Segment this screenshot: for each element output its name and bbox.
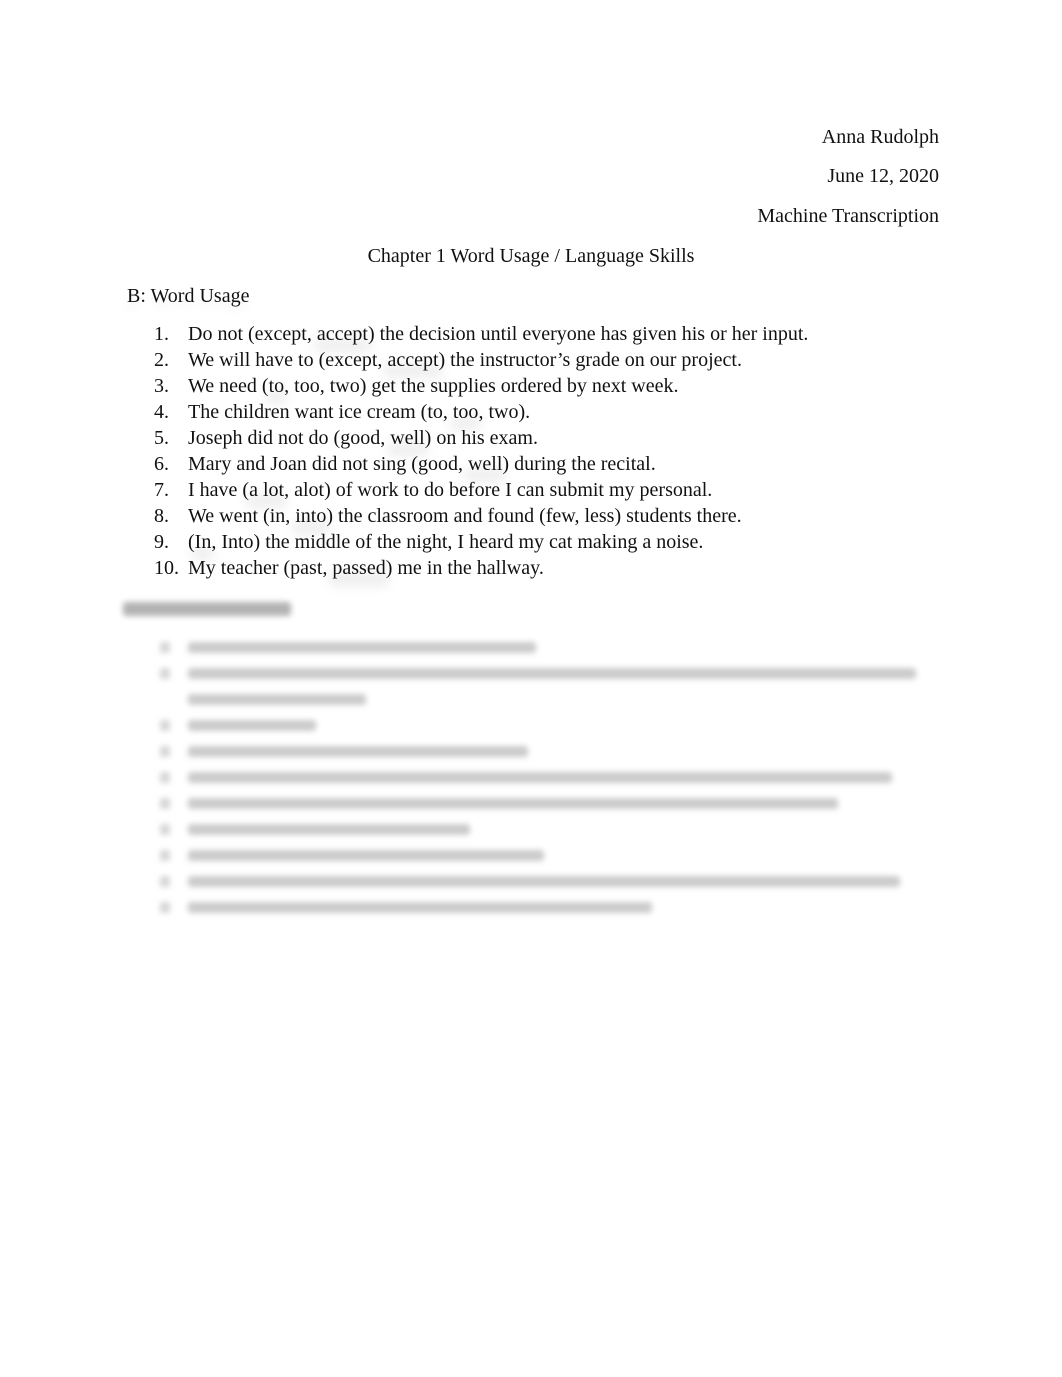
item-number: 9. <box>154 531 169 553</box>
blurred-section-heading <box>123 602 291 616</box>
list-item: 2. We will have to (except, accept) the … <box>0 347 1062 373</box>
item-text-before: We need ( <box>188 375 269 397</box>
item-answer: passed <box>332 557 386 579</box>
item-text-before: The children want ice cream (to, <box>188 401 453 423</box>
item-text: Mary and Joan did not sing (good, well) … <box>188 451 656 477</box>
item-text: Do not (except, accept) the decision unt… <box>188 321 808 347</box>
blurred-item-number <box>160 850 170 861</box>
item-text: I have (a lot, alot) of work to do befor… <box>188 477 712 503</box>
item-text: We went (in, into) the classroom and fou… <box>188 503 742 529</box>
blurred-line <box>188 720 316 731</box>
item-text-before: Do not (except, <box>188 323 317 345</box>
blurred-item-number <box>160 798 170 809</box>
word-usage-list: 1. Do not (except, accept) the decision … <box>0 321 1062 581</box>
blurred-section-c <box>0 596 1062 936</box>
item-text-before: ( <box>188 531 195 553</box>
item-text-before: My teacher (past, <box>188 557 333 579</box>
item-text: Joseph did not do (good, well) on his ex… <box>188 425 538 451</box>
blurred-item-number <box>160 642 170 653</box>
item-number: 3. <box>154 375 169 397</box>
blurred-item-number <box>160 746 170 757</box>
item-answer: into <box>295 505 327 527</box>
blurred-item-number <box>160 772 170 783</box>
blurred-item-number <box>160 876 170 887</box>
list-item: 3. We need (to, too, two) get the suppli… <box>0 373 1062 399</box>
list-item: 1. Do not (except, accept) the decision … <box>0 321 1062 347</box>
item-number: 1. <box>154 323 169 345</box>
item-number: 6. <box>154 453 169 475</box>
item-number: 7. <box>154 479 169 501</box>
item-answer: too <box>452 401 479 423</box>
list-item: 8. We went (in, into) the classroom and … <box>0 503 1062 529</box>
item-text: My teacher (past, passed) me in the hall… <box>188 555 544 581</box>
item-number: 10. <box>154 557 179 579</box>
item-answer: accept <box>316 323 368 345</box>
document-title: Chapter 1 Word Usage / Language Skills <box>367 245 695 267</box>
blurred-item-number <box>160 668 170 679</box>
list-item: 9. (In, Into) the middle of the night, I… <box>0 529 1062 555</box>
document-page: Anna Rudolph June 12, 2020 Machine Trans… <box>0 0 1062 1377</box>
item-answer: well <box>467 453 503 475</box>
list-item: 5. Joseph did not do (good, well) on his… <box>0 425 1062 451</box>
item-text-before: We will have to (except, <box>188 349 388 371</box>
list-item: 7. I have (a lot, alot) of work to do be… <box>0 477 1062 503</box>
blurred-line <box>188 876 900 887</box>
item-text-after: ) the instructor’s grade on our project. <box>438 349 742 371</box>
item-number: 2. <box>154 349 169 371</box>
list-item: 10. My teacher (past, passed) me in the … <box>0 555 1062 581</box>
item-text-after: ) during the recital. <box>502 453 656 475</box>
item-text-after: ) me in the hallway. <box>385 557 544 579</box>
item-number: 8. <box>154 505 169 527</box>
item-answer: well <box>390 427 425 449</box>
blurred-line <box>188 798 838 809</box>
author-name: Anna Rudolph <box>821 126 939 148</box>
item-text-after: ) the classroom and found (few, less) st… <box>326 505 742 527</box>
item-text-after: ) on his exam. <box>424 427 538 449</box>
item-text: The children want ice cream (to, too, tw… <box>188 399 530 425</box>
item-text: We need (to, too, two) get the supplies … <box>188 373 679 399</box>
item-text-after: , Into) the middle of the night, I heard… <box>211 531 704 553</box>
item-text-before: Mary and Joan did not sing (good, <box>188 453 468 475</box>
item-text-before: We went (in, <box>188 505 296 527</box>
blurred-item-number <box>160 824 170 835</box>
blurred-line <box>188 694 366 705</box>
item-text: We will have to (except, accept) the ins… <box>188 347 742 373</box>
blurred-line <box>188 668 916 679</box>
blurred-item-number <box>160 720 170 731</box>
item-text-before: I have ( <box>188 479 250 501</box>
list-item: 6. Mary and Joan did not sing (good, wel… <box>0 451 1062 477</box>
item-answer: accept <box>387 349 439 371</box>
item-answer: to <box>268 375 285 397</box>
blurred-line <box>188 746 528 757</box>
item-number: 5. <box>154 427 169 449</box>
list-item: 4. The children want ice cream (to, too,… <box>0 399 1062 425</box>
item-answer: a lot <box>249 479 285 501</box>
blurred-line <box>188 824 470 835</box>
blurred-line <box>188 642 536 653</box>
item-text-after: , too, two) get the supplies ordered by … <box>284 375 679 397</box>
item-text-after: ) the decision until everyone has given … <box>367 323 809 345</box>
item-answer: In <box>194 531 212 553</box>
item-text-after: , two). <box>478 401 531 423</box>
item-text: (In, Into) the middle of the night, I he… <box>188 529 703 555</box>
item-text-after: , alot) of work to do before I can submi… <box>284 479 713 501</box>
blurred-line <box>188 850 544 861</box>
document-date: June 12, 2020 <box>827 165 939 187</box>
blurred-line <box>188 902 652 913</box>
blurred-line <box>188 772 892 783</box>
course-name: Machine Transcription <box>757 205 939 227</box>
item-text-before: Joseph did not do (good, <box>188 427 391 449</box>
section-b-heading: B: Word Usage <box>127 285 250 307</box>
item-number: 4. <box>154 401 169 423</box>
blurred-item-number <box>160 902 170 913</box>
